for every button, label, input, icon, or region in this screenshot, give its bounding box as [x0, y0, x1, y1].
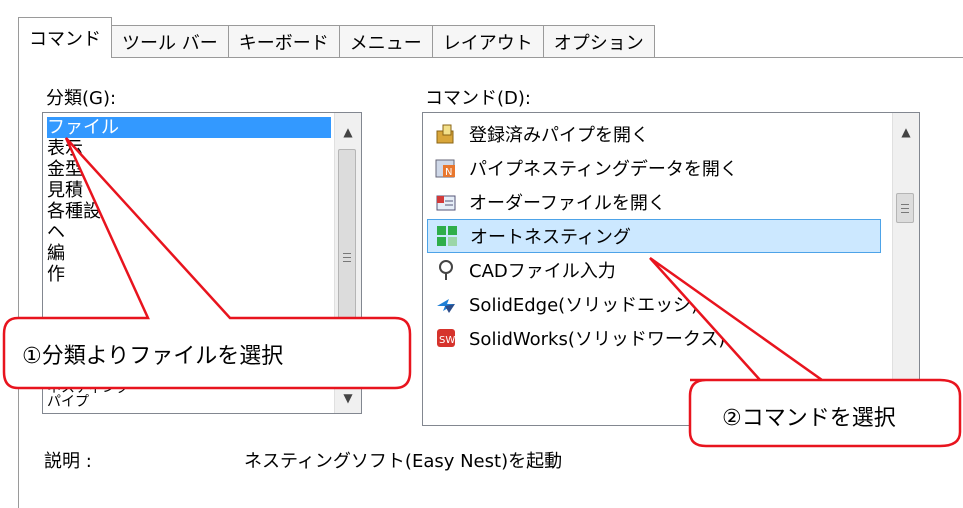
- customize-dialog: コマンド ツール バー キーボード メニュー レイアウト オプション 分類(G)…: [0, 0, 963, 508]
- category-item-he[interactable]: ヘ: [47, 222, 65, 243]
- tab-menus[interactable]: メニュー: [338, 25, 433, 58]
- command-item[interactable]: N パイプネスティングデータを開く: [427, 151, 881, 185]
- tab-options[interactable]: オプション: [542, 25, 655, 58]
- category-item-nesting[interactable]: ネスティング: [47, 381, 130, 395]
- command-label: オーダーファイルを開く: [469, 193, 666, 214]
- tab-layout[interactable]: レイアウト: [431, 25, 544, 58]
- command-item[interactable]: 登録済みパイプを開く: [427, 117, 881, 151]
- scroll-up-arrow-icon[interactable]: ▲: [893, 119, 919, 145]
- command-label: コマンド(D):: [425, 88, 531, 109]
- command-label: オートネスティング: [470, 227, 631, 248]
- scroll-up-arrow-icon[interactable]: ▲: [335, 119, 361, 145]
- callout-1-text: ①分類よりファイルを選択: [22, 344, 284, 369]
- description-label: 説明 :: [44, 451, 92, 472]
- category-item-estimate[interactable]: 見積: [47, 180, 83, 201]
- solidworks-icon: SW: [435, 327, 457, 349]
- category-item-mold[interactable]: 金型: [47, 159, 83, 180]
- tab-commands[interactable]: コマンド: [18, 17, 112, 58]
- command-item[interactable]: CADファイル入力: [427, 253, 881, 287]
- scroll-down-arrow-icon[interactable]: ▼: [335, 385, 361, 411]
- scroll-thumb[interactable]: [896, 193, 914, 223]
- command-label: SolidEdge(ソリッドエッジ): [469, 295, 699, 316]
- nesting-data-icon: N: [435, 157, 457, 179]
- callout-2-text: ②コマンドを選択: [722, 406, 896, 431]
- category-item-view[interactable]: 表示: [47, 138, 83, 159]
- command-item[interactable]: SW SolidWorks(ソリッドワークス): [427, 321, 881, 355]
- category-item-settings[interactable]: 各種設定: [47, 201, 119, 222]
- tab-keyboard[interactable]: キーボード: [227, 25, 340, 58]
- command-scrollbar[interactable]: ▲: [892, 113, 919, 425]
- category-item-create[interactable]: 作: [47, 264, 65, 285]
- scroll-thumb[interactable]: [338, 149, 356, 377]
- folder-open-icon: [435, 123, 457, 145]
- tab-strip: コマンド ツール バー キーボード メニュー レイアウト オプション: [18, 16, 655, 58]
- category-scrollbar[interactable]: ▲ ▼: [334, 113, 361, 413]
- cad-input-icon: [435, 259, 457, 281]
- category-item-file[interactable]: ファイル: [47, 117, 331, 138]
- command-label: 登録済みパイプを開く: [469, 125, 649, 146]
- command-listbox[interactable]: 登録済みパイプを開く N パイプネスティングデータを開く オーダーファイルを開く…: [422, 112, 920, 426]
- svg-text:SW: SW: [439, 335, 455, 346]
- tab-toolbars[interactable]: ツール バー: [111, 25, 229, 58]
- command-label: SolidWorks(ソリッドワークス): [469, 329, 726, 350]
- command-item[interactable]: オーダーファイルを開く: [427, 185, 881, 219]
- category-item-pipe[interactable]: パイプ: [47, 395, 89, 409]
- command-item[interactable]: SolidEdge(ソリッドエッジ): [427, 287, 881, 321]
- command-label: パイプネスティングデータを開く: [469, 159, 738, 180]
- solidedge-icon: [435, 293, 457, 315]
- command-label: CADファイル入力: [469, 261, 616, 282]
- command-item-selected[interactable]: オートネスティング: [427, 219, 881, 253]
- category-item-edit[interactable]: 編: [47, 243, 65, 264]
- svg-text:N: N: [445, 167, 452, 178]
- category-label: 分類(G):: [46, 88, 117, 109]
- description-text: ネスティングソフト(Easy Nest)を起動: [244, 451, 563, 472]
- auto-nesting-icon: [436, 225, 458, 247]
- order-file-icon: [435, 191, 457, 213]
